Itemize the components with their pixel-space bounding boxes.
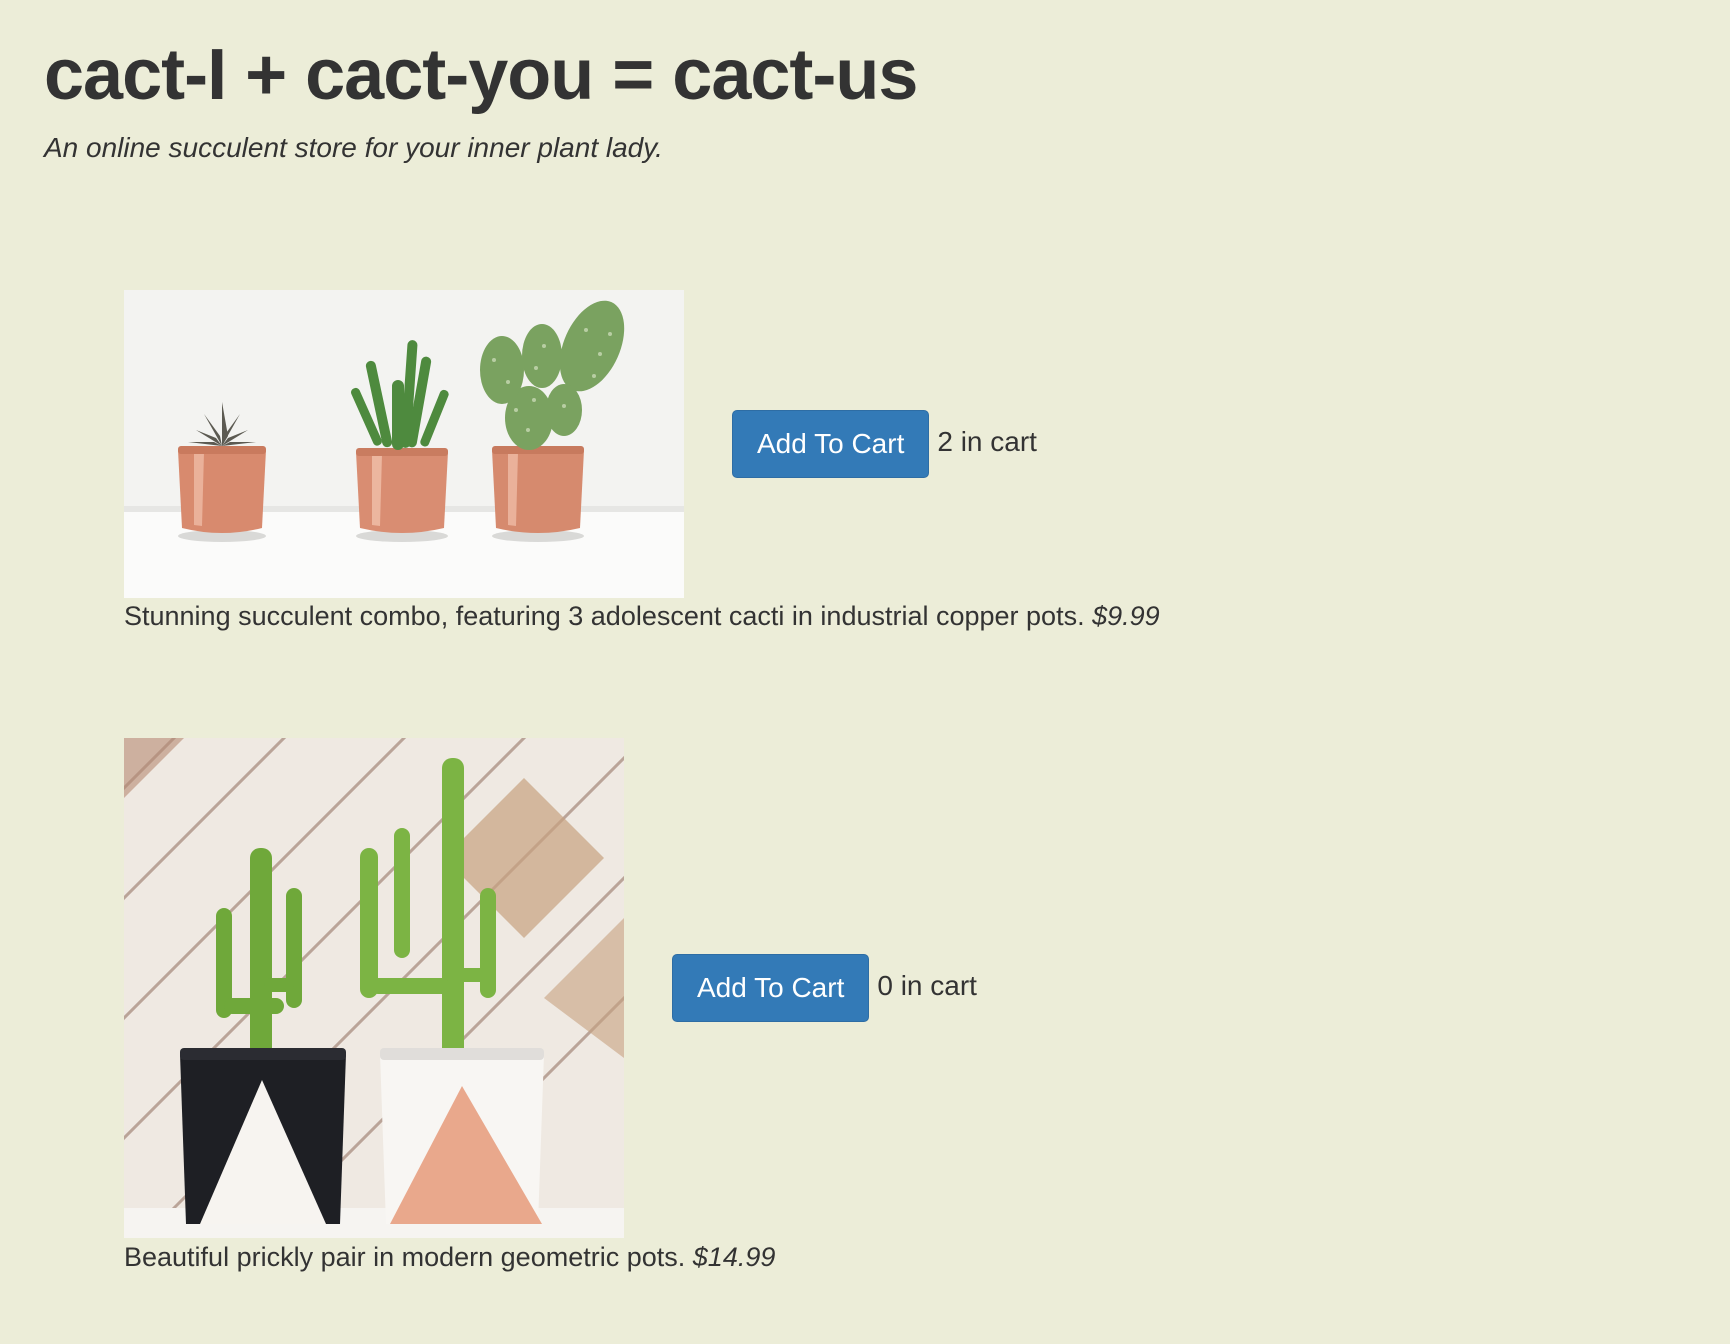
description-text-1: Stunning succulent combo, featuring 3 ad… [124,601,1085,631]
product-price-1: $9.99 [1092,601,1160,631]
cart-count-2: 0 in cart [877,970,977,1001]
product-image-geometric-cacti [124,738,624,1238]
geometric-cacti-illustration [124,738,624,1238]
copper-cacti-illustration [124,290,684,598]
product-card-2 [124,738,624,1238]
cart-controls-1: Add To Cart 2 in cart [732,410,1037,478]
description-text-2: Beautiful prickly pair in modern geometr… [124,1242,686,1272]
product-image-copper-cacti [124,290,684,598]
product-card-1 [124,290,684,598]
product-description-2: Beautiful prickly pair in modern geometr… [124,1242,775,1273]
product-description-1: Stunning succulent combo, featuring 3 ad… [124,601,1160,632]
tagline: An online succulent store for your inner… [44,132,663,163]
cart-count-1: 2 in cart [937,426,1037,457]
add-to-cart-button-2[interactable]: Add To Cart [672,954,870,1022]
product-price-2: $14.99 [692,1242,776,1272]
add-to-cart-button-1[interactable]: Add To Cart [732,410,930,478]
cart-controls-2: Add To Cart 0 in cart [672,954,977,1022]
page-title: cact-I + cact-you = cact-us [44,35,918,115]
